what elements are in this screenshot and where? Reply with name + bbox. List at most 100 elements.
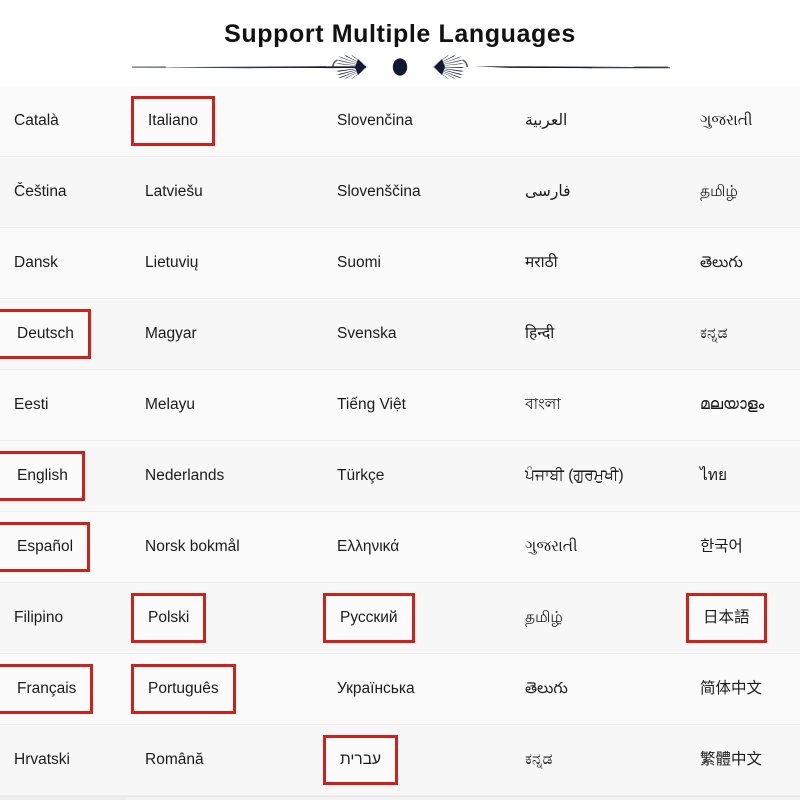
language-label: فارسی — [525, 183, 571, 200]
page-title: Support Multiple Languages — [224, 20, 576, 48]
language-cell-highlighted[interactable]: Deutsch — [0, 299, 126, 370]
language-cell[interactable]: 繁體中文 — [680, 725, 800, 796]
language-cell[interactable]: Lietuvių — [126, 228, 312, 299]
table-row: Čeština Latviešu Slovenščina فارسی தமிழ் — [0, 157, 800, 228]
language-cell[interactable]: தமிழ் — [506, 583, 680, 654]
language-cell[interactable]: ไทย — [680, 441, 800, 512]
language-label: Slovenčina — [337, 112, 413, 129]
language-cell[interactable]: ગુજરાતી — [680, 86, 800, 157]
language-cell-highlighted[interactable]: עברית — [312, 725, 506, 796]
language-cell[interactable]: తెలుగు — [506, 654, 680, 725]
language-label: हिन्दी — [525, 325, 555, 342]
ornamental-divider — [0, 52, 800, 82]
language-table: Català Italiano Slovenčina العربية ગુજરાતી Če… — [0, 86, 800, 796]
language-label: Català — [14, 112, 59, 129]
language-cell[interactable]: ગુજરાતી — [506, 512, 680, 583]
language-label: Lietuvių — [145, 254, 199, 271]
language-cell[interactable]: 简体中文 — [680, 654, 800, 725]
language-label: Norsk bokmål — [145, 538, 240, 555]
language-cell[interactable]: मराठी — [506, 228, 680, 299]
language-cell-highlighted[interactable]: Français — [0, 654, 126, 725]
language-cell[interactable]: ಕನ್ನಡ — [506, 725, 680, 796]
language-cell[interactable]: Hrvatski — [0, 725, 126, 796]
language-label: Deutsch — [0, 309, 91, 359]
table-row: Filipino Polski Русский தமிழ் 日本語 — [0, 583, 800, 654]
language-cell[interactable]: 한국어 — [680, 512, 800, 583]
language-label: עברית — [323, 735, 398, 785]
language-label: Čeština — [14, 183, 67, 200]
language-cell[interactable]: ಕನ್ನಡ — [680, 299, 800, 370]
table-row: Català Italiano Slovenčina العربية ગુજરાતી — [0, 86, 800, 157]
language-label: Русский — [323, 593, 415, 643]
language-cell[interactable]: Latviešu — [126, 157, 312, 228]
language-cell[interactable]: বাংলা — [506, 370, 680, 441]
language-cell[interactable]: தமிழ் — [680, 157, 800, 228]
language-label: Suomi — [337, 254, 381, 271]
language-label: ગુજરાતી — [525, 538, 578, 555]
language-cell[interactable]: العربية — [506, 86, 680, 157]
language-cell-highlighted[interactable]: Español — [0, 512, 126, 583]
table-row: Hrvatski Română עברית ಕನ್ನಡ 繁體中文 — [0, 725, 800, 796]
language-cell[interactable]: తెలుగు — [680, 228, 800, 299]
language-label: Українська — [337, 680, 415, 697]
language-cell[interactable]: Slovenščina — [312, 157, 506, 228]
language-cell[interactable]: Svenska — [312, 299, 506, 370]
language-label: தமிழ் — [700, 183, 738, 200]
language-cell[interactable]: Nederlands — [126, 441, 312, 512]
language-cell[interactable]: Norsk bokmål — [126, 512, 312, 583]
language-cell[interactable]: Română — [126, 725, 312, 796]
language-label: Slovenščina — [337, 183, 421, 200]
language-cell[interactable]: فارسی — [506, 157, 680, 228]
language-cell[interactable]: Magyar — [126, 299, 312, 370]
language-label: Italiano — [131, 96, 215, 146]
language-cell-highlighted[interactable]: Português — [126, 654, 312, 725]
language-label: 简体中文 — [700, 680, 763, 697]
page-header: Support Multiple Languages — [0, 0, 800, 86]
ornamental-fan-divider-icon — [132, 54, 670, 80]
language-label: Español — [0, 522, 91, 572]
language-label: 繁體中文 — [700, 751, 763, 768]
language-cell-highlighted[interactable]: English — [0, 441, 126, 512]
language-label: Română — [145, 751, 204, 768]
language-label: Latviešu — [145, 183, 203, 200]
language-label: Français — [0, 664, 94, 714]
language-cell[interactable]: Tiếng Việt — [312, 370, 506, 441]
table-row: English Nederlands Türkçe ਪੰਜਾਬੀ (ਗੁਰਮੁਖੀ) ไ… — [0, 441, 800, 512]
language-cell-highlighted[interactable]: Русский — [312, 583, 506, 654]
language-cell[interactable]: Ελληνικά — [312, 512, 506, 583]
language-label: Tiếng Việt — [337, 396, 406, 413]
language-cell[interactable]: Suomi — [312, 228, 506, 299]
language-label: ਪੰਜਾਬੀ (ਗੁਰਮੁਖੀ) — [525, 467, 624, 484]
language-label: Nederlands — [145, 467, 225, 484]
language-support-page: Support Multiple Languages Català Italia… — [0, 0, 800, 800]
language-label: Svenska — [337, 325, 397, 342]
language-cell[interactable]: Filipino — [0, 583, 126, 654]
language-cell[interactable]: ਪੰਜਾਬੀ (ਗੁਰਮੁਖੀ) — [506, 441, 680, 512]
language-label: मराठी — [525, 254, 558, 271]
language-cell[interactable]: Türkçe — [312, 441, 506, 512]
language-cell[interactable]: Čeština — [0, 157, 126, 228]
language-label: Eesti — [14, 396, 49, 413]
table-row: Dansk Lietuvių Suomi मराठी తెలుగు — [0, 228, 800, 299]
language-cell-highlighted[interactable]: Italiano — [126, 86, 312, 157]
language-cell-highlighted[interactable]: 日本語 — [680, 583, 800, 654]
language-cell-highlighted[interactable]: Polski — [126, 583, 312, 654]
language-cell[interactable]: Dansk — [0, 228, 126, 299]
language-cell[interactable]: Українська — [312, 654, 506, 725]
language-label: 한국어 — [700, 538, 743, 555]
language-cell[interactable]: Eesti — [0, 370, 126, 441]
language-label: Hrvatski — [14, 751, 70, 768]
language-label: தமிழ் — [525, 609, 563, 626]
language-label: Dansk — [14, 254, 58, 271]
language-cell[interactable]: हिन्दी — [506, 299, 680, 370]
language-label: ગુજરાતી — [700, 112, 753, 129]
language-label: ไทย — [700, 467, 728, 484]
language-label: 日本語 — [686, 593, 767, 643]
language-label: Türkçe — [337, 467, 385, 484]
table-row-partial — [0, 796, 800, 800]
language-cell[interactable]: മലയാളം — [680, 370, 800, 441]
language-label: ಕನ್ನಡ — [525, 751, 553, 768]
language-cell[interactable]: Català — [0, 86, 126, 157]
language-cell[interactable]: Slovenčina — [312, 86, 506, 157]
language-cell[interactable]: Melayu — [126, 370, 312, 441]
